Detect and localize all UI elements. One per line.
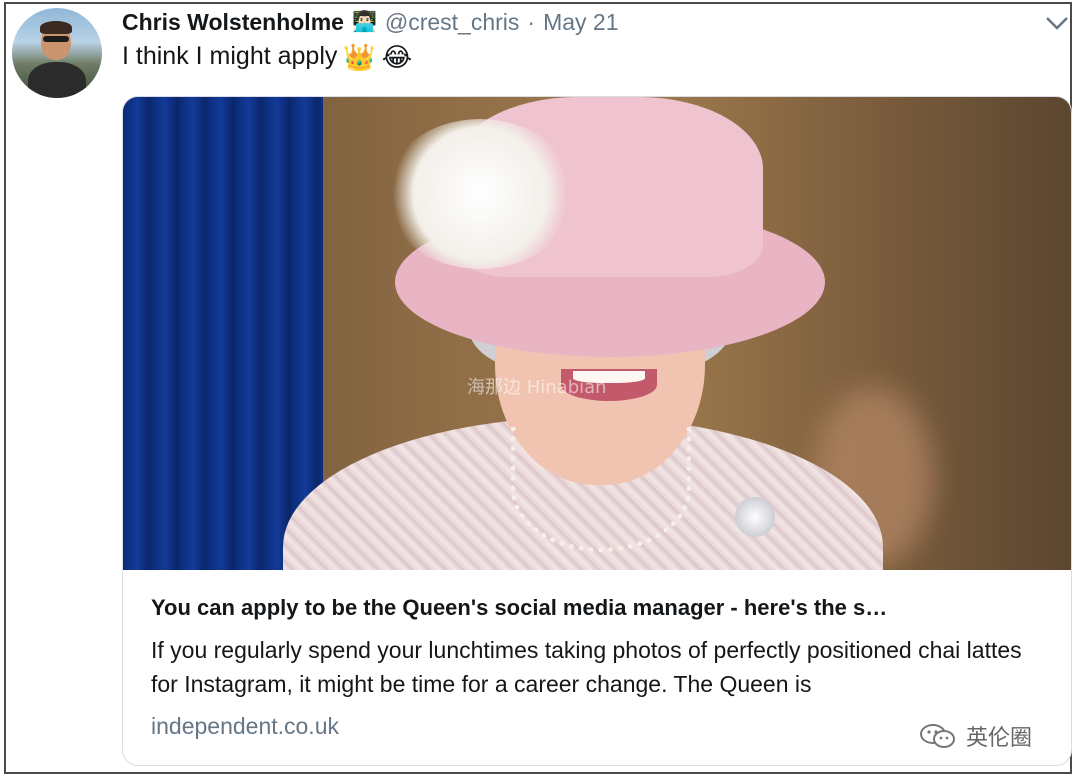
- tweet-date[interactable]: May 21: [543, 9, 618, 36]
- image-pearls: [511, 427, 691, 552]
- image-feather: [385, 119, 575, 269]
- avatar-hair: [40, 21, 72, 34]
- wechat-watermark: 英伦圈: [918, 720, 1032, 752]
- link-card[interactable]: 海那边 Hinabian You can apply to be the Que…: [122, 96, 1072, 766]
- image-brooch: [735, 497, 775, 537]
- image-watermark: 海那边 Hinabian: [467, 377, 607, 398]
- author-handle[interactable]: @crest_chris: [385, 9, 520, 36]
- chevron-down-icon[interactable]: [1044, 14, 1070, 32]
- image-curtain: [123, 97, 323, 570]
- author-name[interactable]: Chris Wolstenholme: [122, 9, 344, 36]
- wechat-label: 英伦圈: [966, 725, 1033, 750]
- card-domain[interactable]: independent.co.uk: [151, 713, 339, 740]
- laughing-emoji: 😂: [381, 41, 413, 72]
- avatar-glasses: [43, 36, 69, 42]
- crown-emoji: 👑: [343, 41, 376, 72]
- card-description: If you regularly spend your lunchtimes t…: [151, 637, 1022, 697]
- card-image[interactable]: 海那边 Hinabian: [123, 97, 1071, 570]
- separator-dot: ·: [527, 8, 536, 35]
- avatar-body: [28, 62, 86, 98]
- tweet-text: I think I might apply 👑 😂: [122, 42, 412, 71]
- tweet-header: Chris Wolstenholme 👨🏻‍💻 @crest_chris · M…: [122, 8, 619, 36]
- avatar[interactable]: [12, 8, 102, 98]
- tweet-text-content: I think I might apply: [122, 42, 338, 70]
- wechat-icon: [920, 724, 955, 748]
- author-name-emoji: 👨🏻‍💻: [351, 11, 377, 33]
- card-title[interactable]: You can apply to be the Queen's social m…: [151, 595, 1041, 621]
